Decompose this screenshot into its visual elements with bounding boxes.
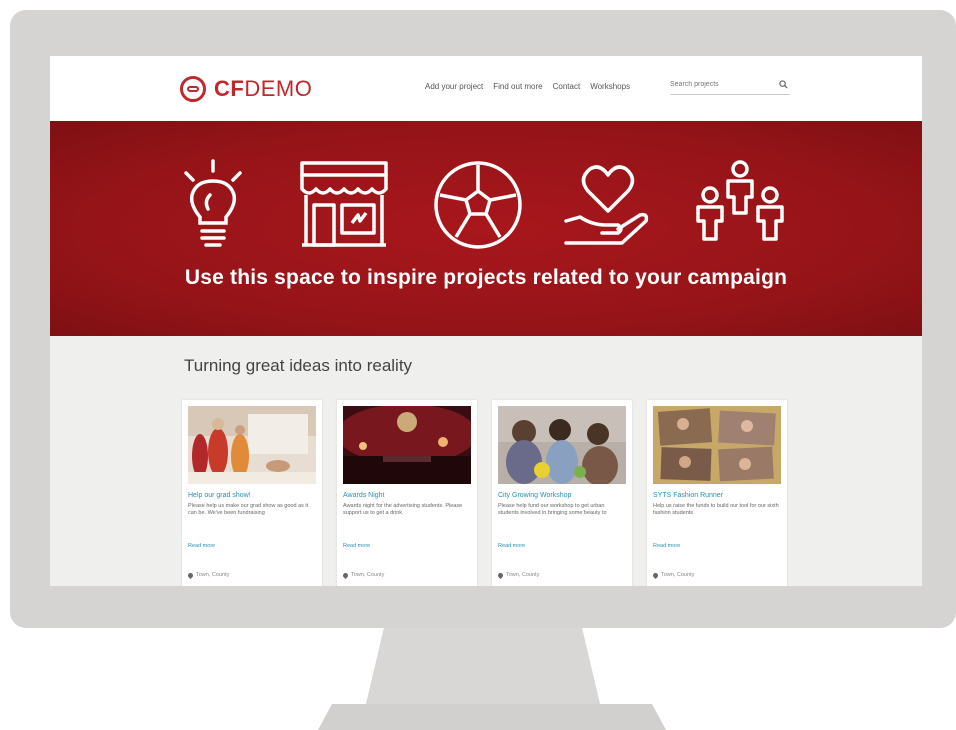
card-location: Town, County [651, 571, 695, 579]
fashion-collage-photo[interactable] [653, 406, 781, 484]
card-title[interactable]: SYTS Fashion Runner [653, 492, 781, 499]
logo-text-cf: CF [214, 76, 245, 101]
location-pin-icon [341, 571, 350, 579]
awards-night-photo[interactable] [343, 406, 471, 484]
fashion-show-photo[interactable] [188, 406, 316, 484]
card-title[interactable]: City Growing Workshop [498, 492, 626, 499]
location-pin-icon [186, 571, 195, 579]
section-title: Turning great ideas into reality [184, 356, 413, 375]
monitor-stand-base [318, 704, 666, 730]
card-description: Please help fund our workshop to get urb… [498, 503, 607, 516]
location-pin-icon [651, 571, 660, 579]
main-nav: Add your project Find out more Contact W… [425, 82, 630, 91]
project-card[interactable]: Awards Night Awards night for the advert… [337, 400, 477, 586]
football-icon [434, 161, 522, 249]
location-text: Town, County [661, 572, 695, 578]
magnifier-icon[interactable] [779, 80, 788, 89]
card-description: Please help us make our grad show as goo… [188, 503, 309, 516]
card-description: Awards night for the advertising student… [343, 503, 463, 516]
site-logo[interactable]: CF DEMO [180, 74, 312, 104]
read-more-link[interactable]: Read more [343, 543, 370, 549]
card-title[interactable]: Help our grad show! [188, 492, 316, 499]
nav-find-out-more[interactable]: Find out more [493, 82, 542, 91]
search-input[interactable] [670, 78, 766, 91]
project-card[interactable]: Help our grad show! Please help us make … [182, 400, 322, 586]
project-card[interactable]: SYTS Fashion Runner Help us raise the fu… [647, 400, 787, 586]
shop-icon [300, 161, 388, 247]
project-card[interactable]: City Growing Workshop Please help fund o… [492, 400, 632, 586]
hero-icons [50, 159, 922, 254]
location-pin-icon [496, 571, 505, 579]
project-cards: Help our grad show! Please help us make … [182, 400, 788, 586]
hero-title: Use this space to inspire projects relat… [184, 266, 788, 289]
heart-hand-icon [564, 165, 649, 245]
lightbulb-icon [184, 159, 242, 247]
monitor-stand [365, 628, 601, 708]
website-screen: CF DEMO Add your project Find out more C… [50, 56, 922, 586]
card-location: Town, County [186, 571, 230, 579]
search-box [670, 78, 790, 95]
card-location: Town, County [341, 571, 385, 579]
read-more-link[interactable]: Read more [498, 543, 525, 549]
card-title[interactable]: Awards Night [343, 492, 471, 499]
people-icon [696, 160, 784, 241]
card-description: Help us raise the funds to build our too… [653, 503, 779, 516]
logo-icon [180, 76, 206, 102]
nav-contact[interactable]: Contact [553, 82, 581, 91]
logo-text-demo: DEMO [244, 76, 313, 101]
workshop-photo[interactable] [498, 406, 626, 484]
nav-workshops[interactable]: Workshops [590, 82, 630, 91]
site-header: CF DEMO Add your project Find out more C… [50, 56, 922, 121]
location-text: Town, County [351, 572, 385, 578]
hero-banner: Use this space to inspire projects relat… [50, 121, 922, 336]
location-text: Town, County [506, 572, 540, 578]
card-location: Town, County [496, 571, 540, 579]
location-text: Town, County [196, 572, 230, 578]
read-more-link[interactable]: Read more [188, 543, 215, 549]
nav-add-project[interactable]: Add your project [425, 82, 483, 91]
read-more-link[interactable]: Read more [653, 543, 680, 549]
